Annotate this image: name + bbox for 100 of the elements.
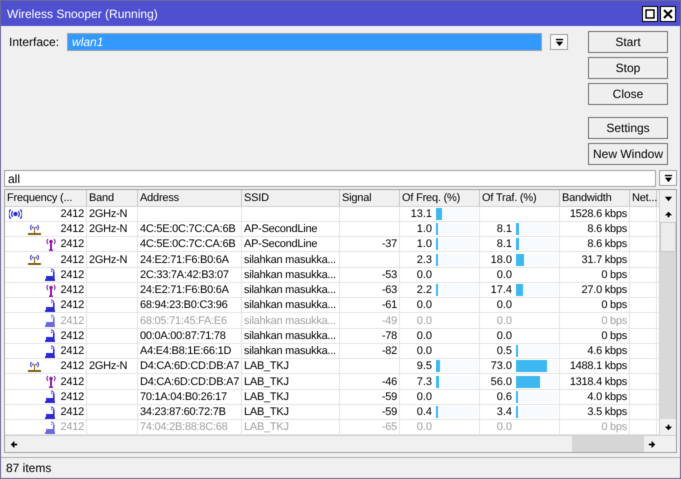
column-menu-button[interactable]: [660, 190, 676, 206]
table-cell: 0 bps: [560, 328, 630, 343]
table-cell: -59: [340, 390, 400, 404]
horizontal-scrollbar[interactable]: [5, 435, 676, 452]
table-cell: 68:94:23:B0:C3:96: [138, 298, 242, 312]
table-cell: AP-SecondLine: [242, 222, 340, 236]
table-cell: 0 bps: [560, 420, 630, 434]
percent-value: 0.0: [416, 268, 432, 281]
percent-value: 0.0: [496, 314, 512, 326]
table-cell: -82: [340, 344, 400, 358]
table-cell: 00:0A:00:87:71:78: [138, 328, 242, 343]
scrollbar-thumb[interactable]: [660, 222, 676, 252]
window-title: Wireless Snooper (Running): [7, 6, 159, 21]
column-header[interactable]: Net...: [630, 190, 657, 206]
antenna-icon: [45, 238, 57, 251]
frequency-value: 2412: [60, 284, 84, 296]
table-cell: 3.5 kbps: [560, 404, 630, 420]
access-point-icon: [27, 253, 42, 266]
table-cell: silahkan masukka...: [242, 282, 340, 298]
vertical-scrollbar[interactable]: [659, 190, 676, 436]
table-cell: 2GHz-N: [87, 222, 138, 236]
item-count: 87 items: [6, 461, 52, 476]
table-cell: -78: [340, 328, 400, 343]
column-header[interactable]: Band: [87, 190, 138, 206]
table-cell: LAB_TKJ: [242, 420, 340, 434]
table-cell: LAB_TKJ: [242, 404, 340, 420]
percent-value: 0.5: [496, 345, 512, 357]
access-point-icon: [27, 360, 42, 373]
frequency-value: 2412: [60, 299, 84, 312]
action-button[interactable]: Close: [588, 83, 668, 106]
table-cell: 1488.1 kbps: [560, 359, 630, 374]
dropdown-button[interactable]: [550, 34, 568, 50]
column-header[interactable]: Of Freq. (%): [400, 190, 480, 206]
dropdown-button[interactable]: [659, 170, 677, 186]
frequency-value: 2412: [60, 345, 84, 357]
percent-value: 0.0: [496, 268, 512, 281]
column-header[interactable]: Signal: [340, 190, 400, 206]
table-cell: 4C:5E:0C:7C:CA:6B: [138, 237, 242, 252]
table-cell: LAB_TKJ: [242, 390, 340, 404]
table-cell: silahkan masukka...: [242, 328, 340, 343]
close-button[interactable]: [660, 6, 676, 22]
table-cell: -65: [340, 420, 400, 434]
caret-icon: [664, 194, 672, 203]
dropdown-arrow-icon: [554, 38, 564, 47]
scrollbar-thumb[interactable]: [572, 436, 644, 452]
percent-value: 56.0: [490, 376, 512, 388]
table-cell: silahkan masukka...: [242, 313, 340, 328]
table-cell: 2GHz-N: [87, 252, 138, 267]
table-cell: 34:23:87:60:72:7B: [138, 404, 242, 420]
percent-value: 0.0: [496, 421, 512, 434]
table-cell: 31.7 kbps: [560, 252, 630, 267]
percent-value: 0.0: [496, 299, 512, 312]
table-cell: 27.0 kbps: [560, 282, 630, 298]
percent-value: 0.0: [416, 330, 432, 342]
action-button[interactable]: Settings: [588, 117, 668, 140]
antenna-icon: [45, 375, 57, 388]
table-cell: AP-SecondLine: [242, 237, 340, 252]
table-cell: silahkan masukka...: [242, 252, 340, 267]
frequency-value: 2412: [60, 238, 84, 250]
table-cell: 68:05:71:45:FA:E6: [138, 313, 242, 328]
table-cell: 1318.4 kbps: [560, 374, 630, 389]
column-header[interactable]: SSID: [242, 190, 340, 206]
table-cell: 8.6 kbps: [560, 222, 630, 236]
percent-value: 17.4: [490, 284, 512, 296]
percent-value: 9.5: [416, 360, 432, 372]
broadcast-icon: [9, 208, 22, 220]
frequency-value: 2412: [60, 421, 84, 434]
table-cell: 24:E2:71:F6:B0:6A: [138, 282, 242, 298]
action-button[interactable]: Start: [588, 31, 668, 54]
table-cell: -59: [340, 404, 400, 420]
right-arrow-icon: [648, 440, 656, 449]
down-arrow-icon: [664, 422, 672, 432]
frequency-value: 2412: [60, 360, 84, 372]
percent-value: 8.1: [496, 238, 512, 250]
action-button[interactable]: Stop: [588, 57, 668, 80]
percent-value: 0.0: [416, 314, 432, 326]
table-cell: -63: [340, 282, 400, 298]
column-header[interactable]: Address: [138, 190, 242, 206]
frequency-value: 2412: [60, 390, 84, 403]
table-cell: 0 bps: [560, 268, 630, 282]
action-button[interactable]: New Window: [588, 143, 668, 166]
table-cell: LAB_TKJ: [242, 374, 340, 389]
column-header[interactable]: Frequency (...: [5, 190, 87, 206]
percent-value: 0.6: [496, 390, 512, 403]
maximize-button[interactable]: [642, 6, 658, 22]
table-cell: D4:CA:6D:CD:DB:A7: [138, 359, 242, 374]
table-cell: silahkan masukka...: [242, 268, 340, 282]
percent-value: 2.2: [416, 284, 432, 296]
percent-value: 2.3: [416, 254, 432, 266]
scroll-down-button[interactable]: [660, 419, 676, 436]
column-header[interactable]: Of Traf. (%): [480, 190, 560, 206]
column-header[interactable]: Bandwidth: [560, 190, 630, 206]
table-cell: 70:1A:04:B0:26:17: [138, 390, 242, 404]
table-cell: 1528.6 kbps: [560, 206, 630, 221]
left-arrow-icon: [8, 440, 18, 449]
scroll-up-button[interactable]: [660, 206, 676, 222]
frequency-value: 2412: [60, 314, 84, 326]
dropdown-arrow-icon: [664, 174, 672, 183]
frequency-value: 2412: [60, 254, 84, 266]
filter-field[interactable]: all: [4, 170, 656, 188]
